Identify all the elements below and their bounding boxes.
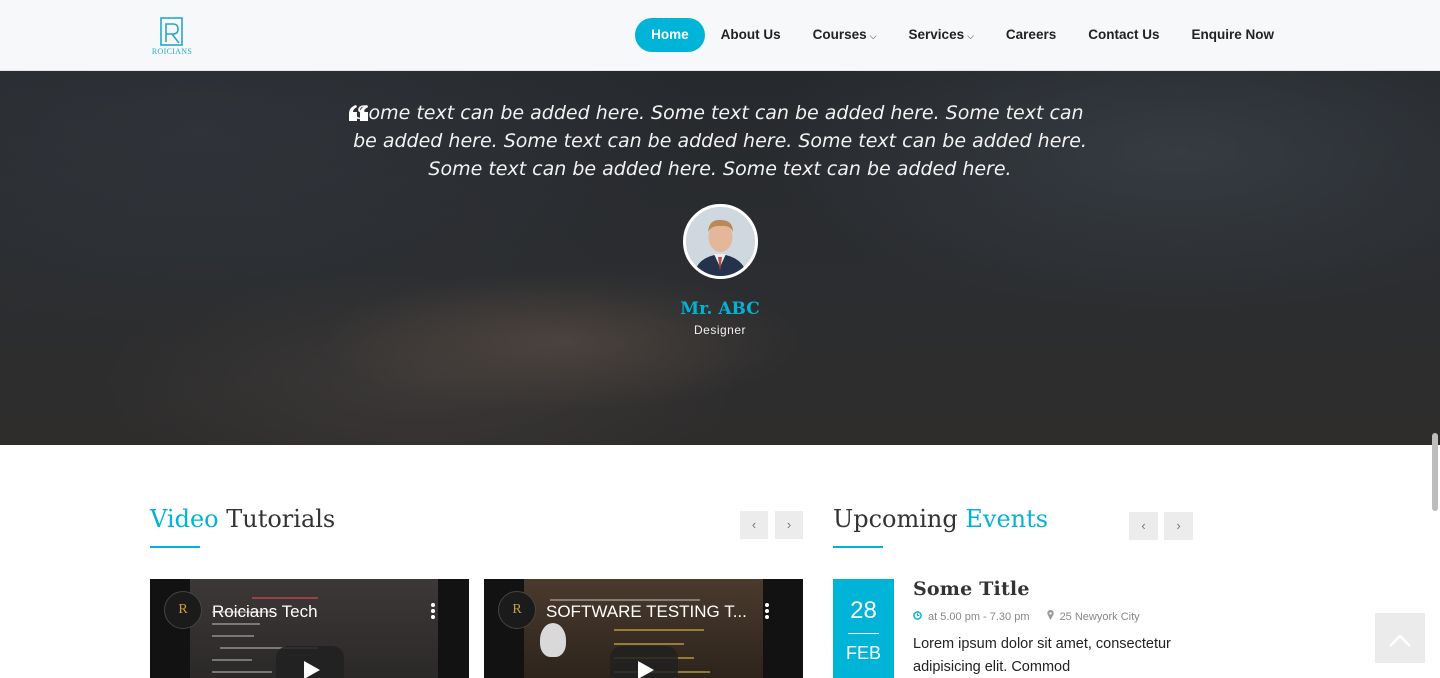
logo-mark-icon xyxy=(160,17,183,46)
quote-icon xyxy=(349,105,369,126)
video-embed[interactable]: R SOFTWARE TESTING T... xyxy=(484,579,803,678)
nav-item-label: Courses xyxy=(812,27,867,42)
heading-rest: Upcoming xyxy=(833,505,966,533)
main-nav: Home About Us Courses ⌵ Services ⌵ Careers… xyxy=(635,18,1290,52)
nav-item-label: Home xyxy=(651,27,689,42)
heading-accent: Events xyxy=(965,505,1049,533)
video-title[interactable]: SOFTWARE TESTING T... xyxy=(546,602,766,622)
nav-item-home[interactable]: Home xyxy=(635,18,705,52)
play-icon[interactable] xyxy=(610,646,678,678)
chevron-down-icon: ⌵ xyxy=(967,31,974,41)
event-title[interactable]: Some Title xyxy=(913,578,1030,600)
scroll-to-top-button[interactable] xyxy=(1375,613,1425,663)
videos-prev-button[interactable]: ‹ xyxy=(740,511,768,539)
more-options-icon[interactable] xyxy=(431,603,435,621)
heading-rest: Tutorials xyxy=(218,505,336,533)
chevron-left-icon: ‹ xyxy=(1141,518,1146,533)
clock-icon xyxy=(913,611,922,623)
nav-item-label: Enquire Now xyxy=(1191,27,1274,42)
channel-logo-icon: R xyxy=(498,591,536,629)
upcoming-events-heading: Upcoming Events xyxy=(833,505,1048,533)
nav-item-contact-us[interactable]: Contact Us xyxy=(1072,18,1175,52)
events-prev-button[interactable]: ‹ xyxy=(1129,512,1158,540)
date-divider xyxy=(848,633,879,634)
nav-item-enquire-now[interactable]: Enquire Now xyxy=(1175,18,1290,52)
map-pin-icon xyxy=(1046,609,1054,623)
more-options-icon[interactable] xyxy=(765,603,769,621)
nav-item-label: Contact Us xyxy=(1088,27,1160,42)
nav-item-courses[interactable]: Courses ⌵ xyxy=(797,18,893,52)
testimonial-quote-text: Some text can be added here. Some text c… xyxy=(353,102,1087,180)
testimonial-quote-block: Some text can be added here. Some text c… xyxy=(345,99,1095,183)
chevron-right-icon: › xyxy=(786,517,792,532)
nav-item-about-us[interactable]: About Us xyxy=(705,18,797,52)
brand-logo[interactable]: ROICIANS xyxy=(149,16,195,58)
page-scrollbar-thumb[interactable] xyxy=(1432,433,1438,511)
event-time: at 5.00 pm - 7.30 pm xyxy=(928,611,1030,623)
video-tutorials-heading: Video Tutorials xyxy=(150,505,335,533)
event-meta: at 5.00 pm - 7.30 pm 25 Newyork City xyxy=(913,609,1140,623)
nav-item-label: Services xyxy=(908,27,965,42)
chevron-up-icon xyxy=(1389,634,1411,647)
video-title[interactable]: Roicians Tech xyxy=(212,602,432,622)
chevron-left-icon: ‹ xyxy=(751,517,757,532)
event-date-badge: 28 FEB xyxy=(833,579,894,678)
nav-item-services[interactable]: Services ⌵ xyxy=(893,18,990,52)
channel-logo-icon: R xyxy=(164,591,202,629)
testimonial-author-role: Designer xyxy=(693,323,747,337)
heading-underline xyxy=(833,546,883,548)
brand-name: ROICIANS xyxy=(151,47,193,56)
event-day: 28 xyxy=(850,597,877,624)
videos-next-button[interactable]: › xyxy=(775,511,803,539)
events-next-button[interactable]: › xyxy=(1164,512,1193,540)
video-embed[interactable]: R Roicians Tech xyxy=(150,579,469,678)
nav-item-careers[interactable]: Careers xyxy=(990,18,1072,52)
event-description: Lorem ipsum dolor sit amet, consectetur … xyxy=(913,636,1171,675)
testimonial-author-name: Mr. ABC xyxy=(680,299,760,319)
avatar xyxy=(683,204,758,279)
event-location: 25 Newyork City xyxy=(1059,611,1140,623)
event-month: FEB xyxy=(845,643,881,663)
testimonial-section: Some text can be added here. Some text c… xyxy=(0,71,1440,445)
nav-item-label: Careers xyxy=(1005,27,1057,42)
heading-underline xyxy=(150,546,200,548)
play-icon[interactable] xyxy=(276,646,344,678)
site-header: ROICIANS Home About Us Courses ⌵ Services… xyxy=(0,0,1440,71)
chevron-right-icon: › xyxy=(1176,518,1181,533)
chevron-down-icon: ⌵ xyxy=(869,31,877,41)
heading-accent: Video xyxy=(150,505,219,533)
nav-item-label: About Us xyxy=(720,27,781,42)
